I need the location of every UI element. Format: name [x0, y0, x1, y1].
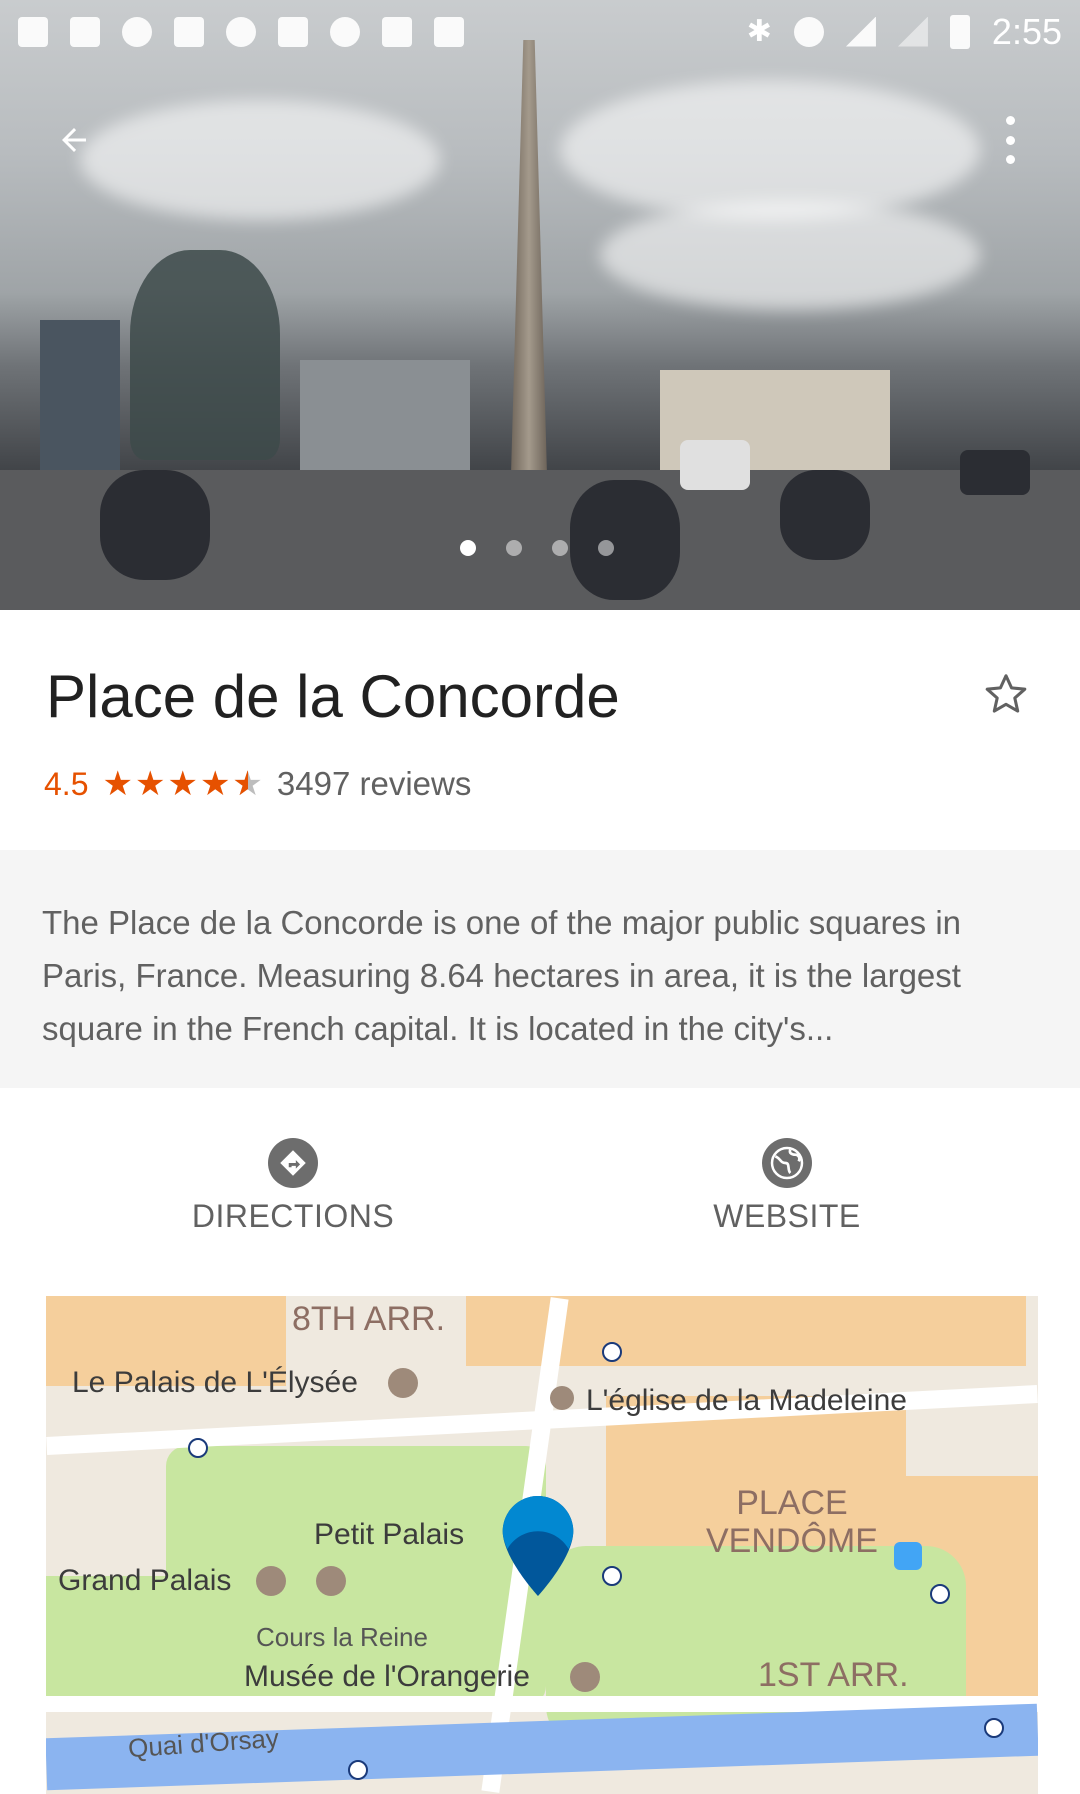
- bluetooth-icon: ✱: [746, 15, 772, 48]
- website-label: WEBSITE: [713, 1198, 861, 1234]
- metro-icon: [602, 1342, 622, 1362]
- museum-icon: [316, 1566, 346, 1596]
- place-description[interactable]: The Place de la Concorde is one of the m…: [42, 896, 1032, 1055]
- star-outline-icon: [985, 674, 1027, 713]
- location-pin-icon: [502, 1496, 574, 1596]
- metro-icon: [602, 1566, 622, 1586]
- star-icon: ★: [102, 765, 133, 803]
- pager-dot[interactable]: [460, 540, 476, 556]
- rating-row: 4.5 ★ ★ ★ ★ ★ 3497 reviews: [44, 764, 471, 804]
- website-button[interactable]: WEBSITE: [682, 1138, 892, 1235]
- directions-button[interactable]: DIRECTIONS: [188, 1138, 398, 1235]
- metro-icon: [188, 1438, 208, 1458]
- android-icon: [330, 16, 360, 47]
- clock: 2:55: [991, 10, 1062, 52]
- favorite-button[interactable]: [980, 668, 1032, 720]
- star-half-icon: ★: [232, 764, 262, 804]
- place-title: Place de la Concorde: [46, 663, 620, 730]
- map-label-madeleine[interactable]: L'église de la Madeleine: [586, 1384, 907, 1418]
- status-bar: ✱ 2:55: [0, 0, 1080, 63]
- wifi-icon: [845, 16, 876, 47]
- more-options-button[interactable]: [990, 110, 1030, 170]
- pager-dot[interactable]: [598, 540, 614, 556]
- notification-icon: [70, 16, 100, 47]
- map-label-elysee[interactable]: Le Palais de L'Élysée: [72, 1366, 358, 1400]
- rating-stars: ★ ★ ★ ★ ★: [102, 764, 262, 804]
- globe-icon: [762, 1138, 812, 1188]
- metro-icon: [348, 1760, 368, 1780]
- directions-icon: [268, 1138, 318, 1188]
- lock-icon: [278, 16, 308, 47]
- map-label-vendome: PLACE VENDÔME: [706, 1484, 878, 1560]
- alarm-icon: [793, 16, 824, 47]
- map-label-petit-palais[interactable]: Petit Palais: [314, 1518, 464, 1552]
- photo-pager-indicator: [460, 540, 614, 556]
- map-label-8th-arr: 8TH ARR.: [292, 1300, 446, 1338]
- back-button[interactable]: [54, 120, 94, 160]
- place-photo[interactable]: [0, 0, 1080, 610]
- rating-value: 4.5: [44, 765, 89, 802]
- metro-icon: [930, 1584, 950, 1604]
- directions-label: DIRECTIONS: [191, 1198, 395, 1234]
- play-store-icon: [434, 16, 464, 47]
- museum-icon: [570, 1662, 600, 1692]
- bus-stop-icon: [894, 1542, 922, 1570]
- map-label-grand-palais[interactable]: Grand Palais: [58, 1564, 231, 1598]
- museum-icon: [256, 1566, 286, 1596]
- battery-charging-icon: [949, 14, 970, 49]
- system-icons: ✱ 2:55: [747, 11, 1062, 53]
- church-icon: [550, 1386, 574, 1410]
- map-label-cours-la-reine: Cours la Reine: [256, 1622, 428, 1652]
- notification-icon: [18, 16, 48, 47]
- review-count[interactable]: 3497 reviews: [277, 765, 471, 803]
- star-icon: ★: [167, 765, 198, 803]
- pager-dot[interactable]: [552, 540, 568, 556]
- notification-icons: [18, 16, 464, 47]
- signal-icon: [897, 16, 928, 47]
- landmark-icon: [388, 1368, 418, 1398]
- map-label-1st-arr: 1ST ARR.: [758, 1656, 909, 1694]
- star-icon: ★: [199, 765, 231, 803]
- search-notification-icon: [122, 16, 152, 47]
- metro-icon: [984, 1718, 1004, 1738]
- pager-dot[interactable]: [506, 540, 522, 556]
- satellite-icon: [174, 16, 204, 47]
- location-map[interactable]: 8TH ARR. Le Palais de L'Élysée L'église …: [46, 1296, 1038, 1794]
- map-label-orangerie[interactable]: Musée de l'Orangerie: [244, 1660, 530, 1694]
- info-icon: [226, 16, 256, 47]
- inbox-check-icon: [382, 16, 412, 47]
- more-vert-icon: [1005, 116, 1015, 125]
- arrow-left-icon: [62, 128, 86, 152]
- star-icon: ★: [134, 765, 166, 803]
